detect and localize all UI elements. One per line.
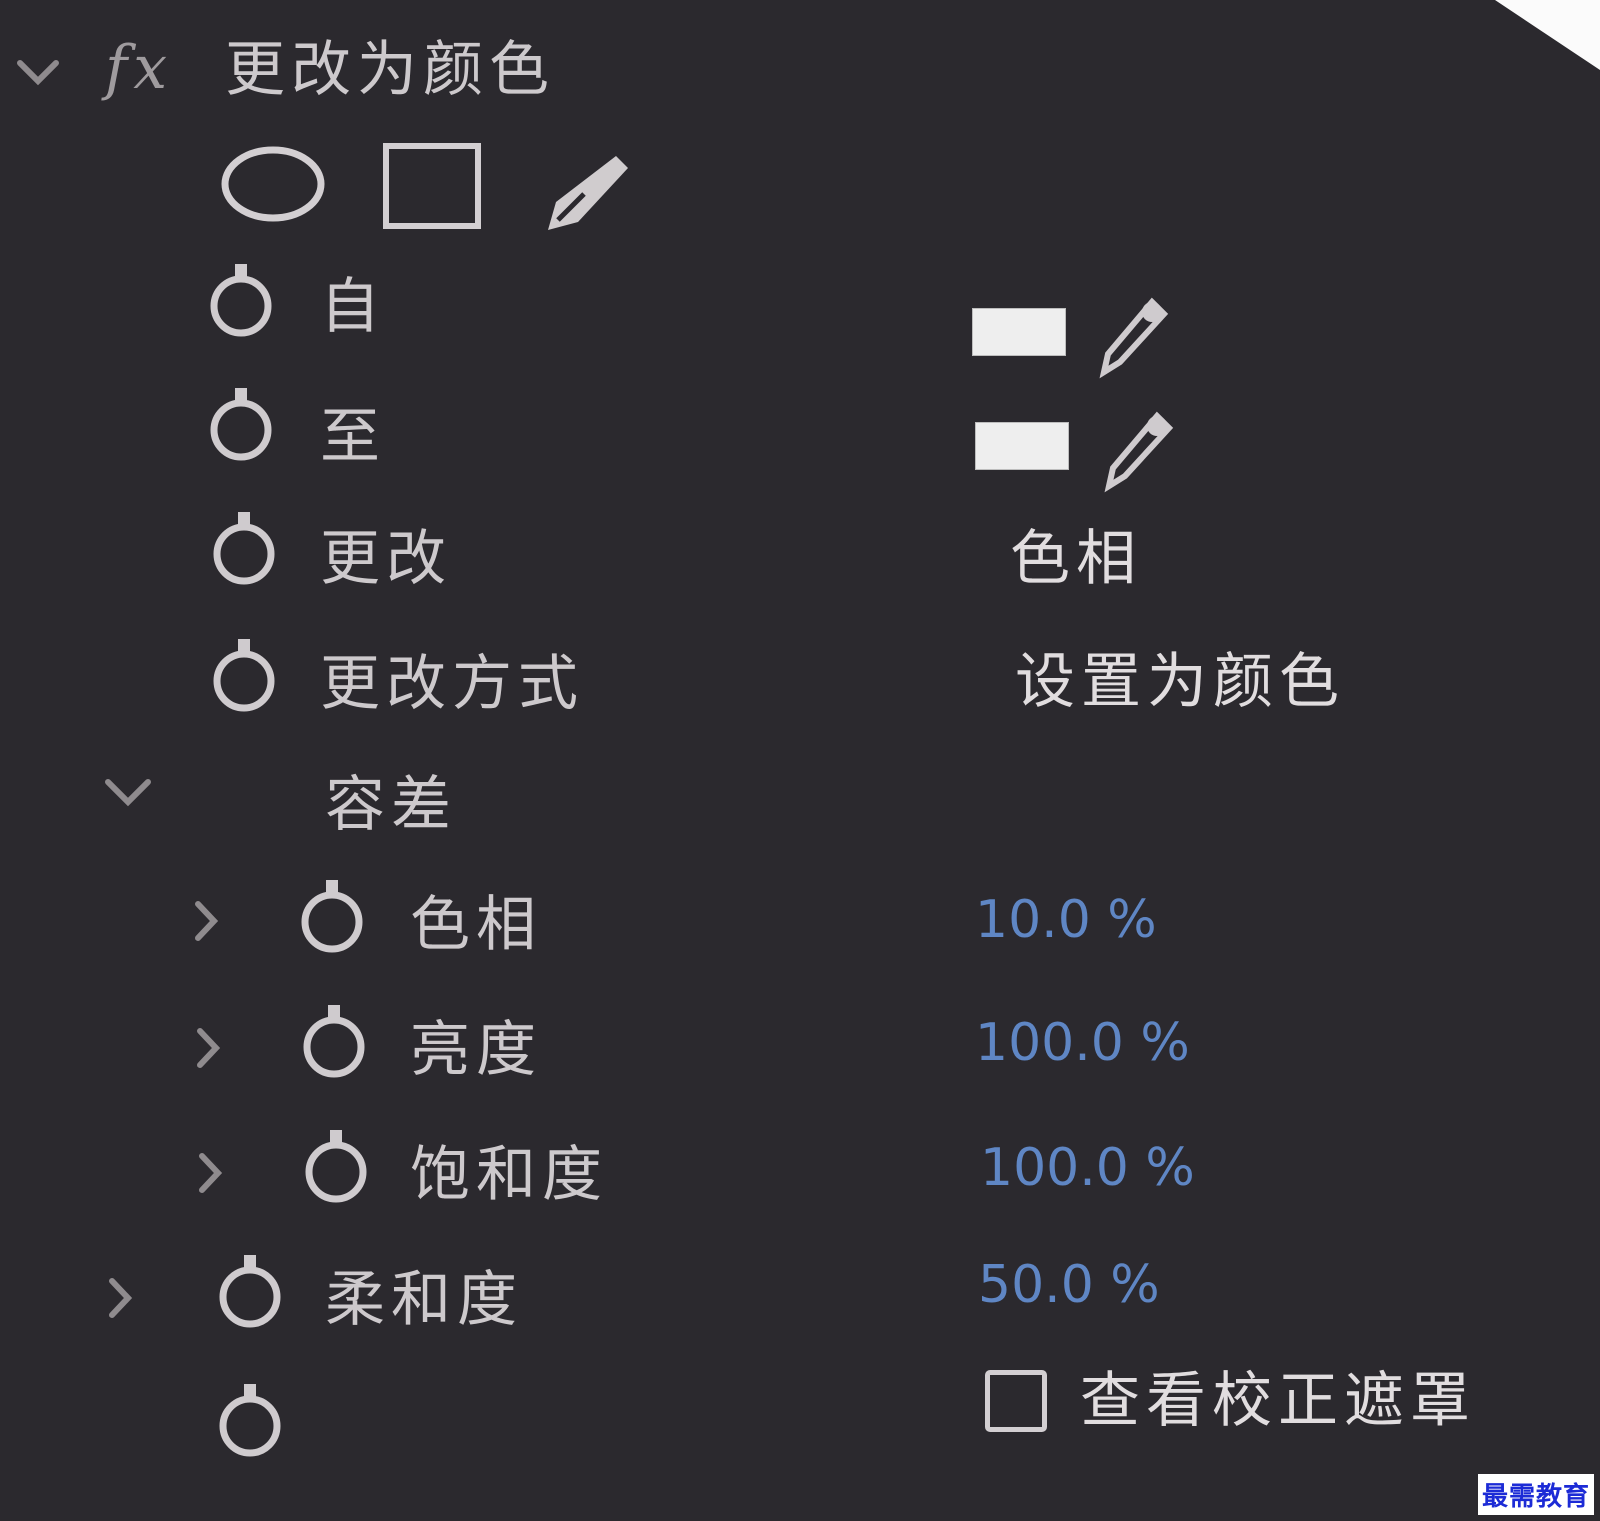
change-by-dropdown[interactable]: 设置为颜色 — [1015, 647, 1345, 717]
stopwatch-icon[interactable] — [298, 1001, 370, 1081]
tolerance-hue-label: 色相 — [410, 890, 542, 960]
property-tolerance: 容差 — [0, 750, 1600, 860]
stopwatch-icon[interactable] — [214, 1380, 286, 1460]
property-from: 自 — [0, 260, 1600, 379]
property-tolerance-label: 容差 — [325, 770, 457, 840]
property-change: 更改 色相 — [0, 500, 1600, 610]
property-to-label: 至 — [320, 402, 386, 472]
eyedropper-icon[interactable] — [1090, 296, 1170, 382]
from-color-swatch[interactable] — [972, 308, 1066, 356]
stopwatch-icon[interactable] — [296, 876, 368, 956]
expand-arrow-icon[interactable] — [190, 1023, 226, 1073]
tolerance-saturation-value[interactable]: 100.0 % — [980, 1138, 1195, 1198]
stopwatch-icon[interactable] — [205, 384, 277, 464]
ellipse-mask-icon[interactable] — [218, 140, 328, 230]
stopwatch-icon[interactable] — [300, 1126, 372, 1206]
tolerance-lightness-value[interactable]: 100.0 % — [975, 1013, 1190, 1073]
property-change-label: 更改 — [320, 524, 452, 594]
property-softness-label: 柔和度 — [325, 1265, 523, 1335]
tolerance-saturation: 饱和度 100.0 % — [0, 1120, 1600, 1230]
rectangle-mask-icon[interactable] — [380, 140, 484, 232]
effect-header: fx 更改为颜色 — [0, 25, 1600, 135]
change-dropdown[interactable]: 色相 — [1010, 524, 1142, 594]
property-from-label: 自 — [320, 272, 386, 342]
expand-arrow-icon[interactable] — [102, 1273, 138, 1323]
tolerance-hue-value[interactable]: 10.0 % — [975, 890, 1157, 950]
to-color-swatch[interactable] — [975, 422, 1069, 470]
eyedropper-icon[interactable] — [1095, 410, 1175, 496]
property-view-mask: 查看校正遮罩 — [0, 1366, 1600, 1480]
tolerance-hue: 色相 10.0 % — [0, 870, 1600, 980]
expand-arrow-icon[interactable] — [192, 1148, 228, 1198]
softness-value[interactable]: 50.0 % — [978, 1255, 1160, 1315]
stopwatch-icon[interactable] — [208, 508, 280, 588]
mask-tools-row — [0, 140, 1600, 250]
stopwatch-icon[interactable] — [214, 1251, 286, 1331]
watermark: 最需教育 — [1477, 1474, 1594, 1515]
view-mask-checkbox[interactable] — [985, 1370, 1047, 1432]
stopwatch-icon[interactable] — [205, 260, 277, 340]
property-to: 至 — [0, 380, 1600, 493]
stopwatch-icon[interactable] — [208, 635, 280, 715]
property-change-by-label: 更改方式 — [320, 649, 584, 719]
property-softness: 柔和度 50.0 % — [0, 1245, 1600, 1355]
expand-arrow-icon[interactable] — [188, 896, 224, 946]
pen-mask-icon[interactable] — [538, 150, 634, 236]
property-change-by: 更改方式 设置为颜色 — [0, 625, 1600, 735]
view-mask-label: 查看校正遮罩 — [1080, 1366, 1476, 1436]
expand-chevron-icon[interactable] — [100, 772, 156, 812]
tolerance-lightness: 亮度 100.0 % — [0, 995, 1600, 1105]
fx-toggle-icon[interactable]: fx — [105, 33, 173, 103]
effect-title: 更改为颜色 — [225, 35, 555, 105]
collapse-chevron-icon[interactable] — [14, 53, 62, 93]
effect-controls-panel: fx 更改为颜色 自 至 更改 色相 更改方式 设置为颜色 容差 色相 10.0… — [0, 0, 1600, 1521]
tolerance-saturation-label: 饱和度 — [410, 1140, 608, 1210]
tolerance-lightness-label: 亮度 — [410, 1015, 542, 1085]
